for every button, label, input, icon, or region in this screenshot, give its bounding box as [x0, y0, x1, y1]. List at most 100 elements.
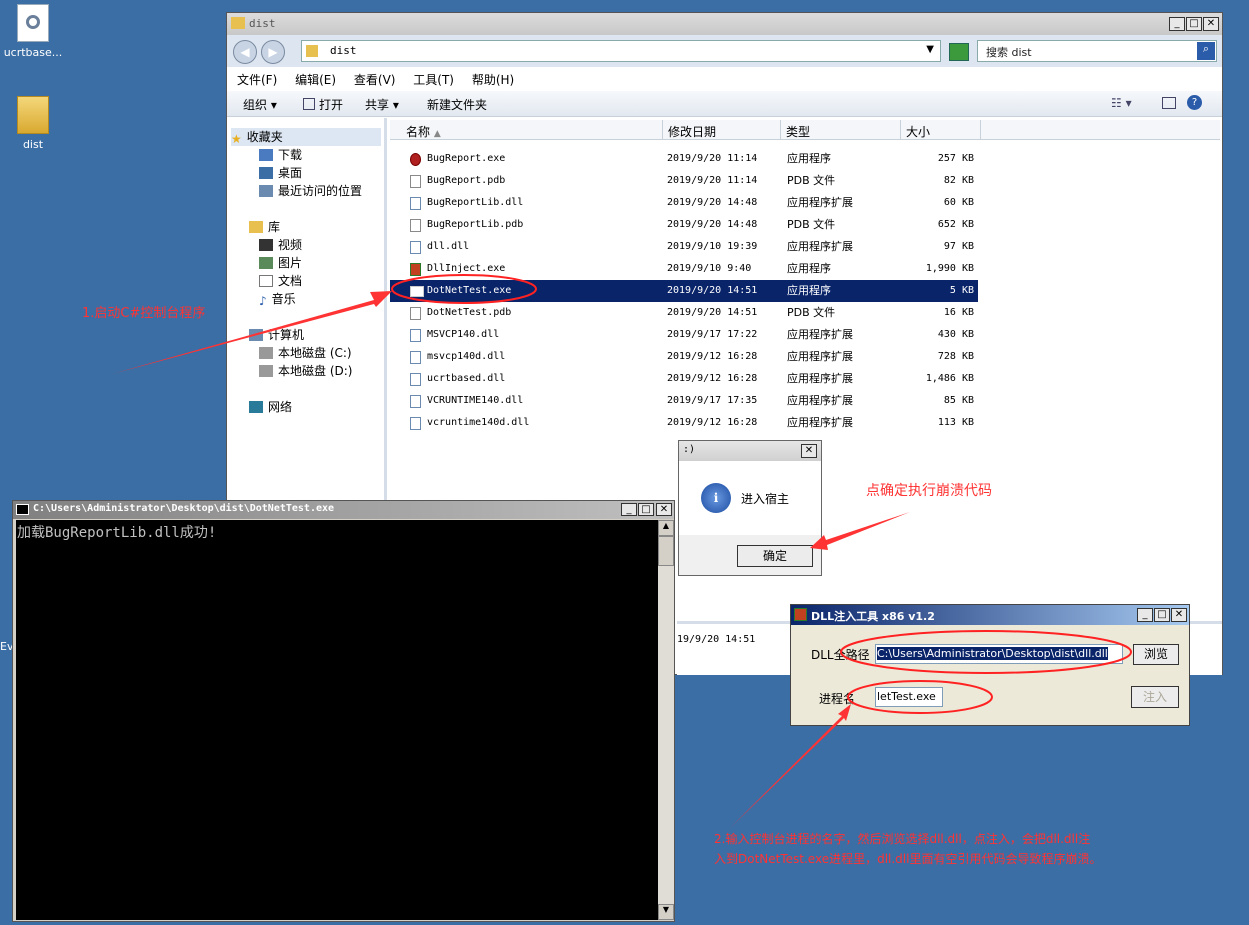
- menu-file[interactable]: 文件(F): [237, 73, 277, 87]
- menu-tools[interactable]: 工具(T): [413, 73, 454, 87]
- file-row[interactable]: DotNetTest.pdb 2019/9/20 14:51 PDB 文件 16 KB: [390, 302, 978, 324]
- desktop-icon-label: dist: [22, 138, 44, 151]
- organize-button[interactable]: 组织 ▾: [243, 96, 277, 113]
- nav-documents[interactable]: 文档: [259, 272, 302, 290]
- search-icon[interactable]: ⌕: [1197, 42, 1215, 60]
- nav-videos[interactable]: 视频: [259, 236, 302, 254]
- close-button[interactable]: ✕: [1171, 608, 1187, 622]
- file-row[interactable]: BugReportLib.dll 2019/9/20 14:48 应用程序扩展 60 …: [390, 192, 978, 214]
- file-row-selected[interactable]: DotNetTest.exe 2019/9/20 14:51 应用程序 5 KB: [390, 280, 978, 302]
- column-header-name[interactable]: 名称 ▲: [406, 123, 441, 140]
- maximize-button[interactable]: □: [1154, 608, 1170, 622]
- nav-drive-d[interactable]: 本地磁盘 (D:): [259, 362, 352, 380]
- drive-icon: [259, 347, 273, 359]
- close-button[interactable]: ✕: [656, 503, 672, 516]
- minimize-button[interactable]: _: [621, 503, 637, 516]
- scroll-down-icon[interactable]: ▼: [658, 904, 674, 920]
- preview-pane-icon[interactable]: [1162, 97, 1176, 109]
- open-icon: [303, 98, 315, 110]
- chevron-down-icon[interactable]: ▼: [926, 44, 934, 55]
- inject-button[interactable]: 注入: [1131, 686, 1179, 708]
- menu-edit[interactable]: 编辑(E): [295, 73, 336, 87]
- dll-path-input[interactable]: C:\Users\Administrator\Desktop\dist\dll.…: [875, 644, 1123, 664]
- desktop-icon-dist[interactable]: dist: [0, 96, 68, 151]
- column-divider[interactable]: [780, 120, 781, 140]
- column-header-size[interactable]: 大小: [906, 123, 930, 140]
- dll-file-icon: [410, 241, 421, 254]
- forward-button[interactable]: ▶: [261, 40, 285, 64]
- file-row[interactable]: BugReport.exe 2019/9/20 11:14 应用程序 257 KB: [390, 148, 978, 170]
- desktop-icon-ucrtbase[interactable]: ucrtbase...: [0, 4, 68, 59]
- close-button[interactable]: ✕: [1203, 17, 1219, 31]
- injector-titlebar[interactable]: DLL注入工具 x86 v1.2 _ □ ✕: [791, 605, 1189, 625]
- nav-desktop[interactable]: 桌面: [259, 164, 302, 182]
- scroll-thumb[interactable]: [658, 536, 674, 566]
- file-row[interactable]: ucrtbased.dll 2019/9/12 16:28 应用程序扩展 1,486 …: [390, 368, 978, 390]
- nav-pictures[interactable]: 图片: [259, 254, 302, 272]
- nav-computer[interactable]: 计算机: [249, 326, 304, 344]
- minimize-button[interactable]: _: [1169, 17, 1185, 31]
- column-header-type[interactable]: 类型: [786, 123, 810, 140]
- maximize-button[interactable]: □: [638, 503, 654, 516]
- minimize-button[interactable]: _: [1137, 608, 1153, 622]
- details-date: 19/9/20 14:51: [677, 634, 756, 645]
- help-icon[interactable]: ?: [1187, 95, 1202, 110]
- column-divider[interactable]: [662, 120, 663, 140]
- console-scrollbar[interactable]: ▲ ▼: [658, 520, 674, 920]
- nav-music[interactable]: ♪ 音乐: [259, 290, 296, 308]
- injector-title: DLL注入工具 x86 v1.2: [811, 610, 935, 623]
- file-row[interactable]: MSVCP140.dll 2019/9/17 17:22 应用程序扩展 430 KB: [390, 324, 978, 346]
- file-row[interactable]: msvcp140d.dll 2019/9/12 16:28 应用程序扩展 728 KB: [390, 346, 978, 368]
- refresh-button[interactable]: [949, 43, 969, 61]
- console-titlebar[interactable]: C:\Users\Administrator\Desktop\dist\DotN…: [13, 501, 674, 519]
- menu-view[interactable]: 查看(V): [354, 73, 396, 87]
- share-button[interactable]: 共享 ▾: [365, 96, 399, 113]
- file-row[interactable]: DllInject.exe 2019/9/10 9:40 应用程序 1,990 KB: [390, 258, 978, 280]
- msgbox-titlebar[interactable]: :) ✕: [679, 441, 821, 461]
- console-output-area[interactable]: 加载BugReportLib.dll成功!: [16, 520, 658, 920]
- back-button[interactable]: ◀: [233, 40, 257, 64]
- nav-network[interactable]: 网络: [249, 398, 292, 416]
- nav-libraries[interactable]: 库: [249, 218, 280, 236]
- nav-downloads[interactable]: 下载: [259, 146, 302, 164]
- column-divider[interactable]: [900, 120, 901, 140]
- bug-exe-icon: [410, 153, 421, 166]
- address-bar[interactable]: dist ▼: [301, 40, 941, 62]
- window-title: dist: [249, 17, 276, 30]
- column-header-row: 名称 ▲ 修改日期 类型 大小: [390, 120, 1220, 140]
- file-icon: [410, 307, 421, 320]
- console-window: C:\Users\Administrator\Desktop\dist\DotN…: [12, 500, 675, 922]
- column-header-date[interactable]: 修改日期: [668, 123, 716, 140]
- search-placeholder: 搜索 dist: [986, 46, 1032, 59]
- nav-recent[interactable]: 最近访问的位置: [259, 182, 362, 200]
- nav-drive-c[interactable]: 本地磁盘 (C:): [259, 344, 352, 362]
- folder-icon: [17, 96, 49, 134]
- browse-button[interactable]: 浏览: [1133, 644, 1179, 665]
- ok-button[interactable]: 确定: [737, 545, 813, 567]
- close-button[interactable]: ✕: [801, 444, 817, 458]
- new-folder-button[interactable]: 新建文件夹: [427, 96, 487, 113]
- open-button[interactable]: 打开: [303, 96, 343, 113]
- injector-app-icon: [794, 608, 807, 621]
- process-name-label: 进程名: [819, 692, 856, 706]
- file-row[interactable]: BugReport.pdb 2019/9/20 11:14 PDB 文件 82 KB: [390, 170, 978, 192]
- file-row[interactable]: BugReportLib.pdb 2019/9/20 14:48 PDB 文件 652…: [390, 214, 978, 236]
- maximize-button[interactable]: □: [1186, 17, 1202, 31]
- process-name-input[interactable]: letTest.exe: [875, 687, 943, 707]
- view-options-icon[interactable]: ☷ ▾: [1111, 96, 1132, 110]
- music-icon: ♪: [259, 294, 267, 308]
- nav-favorites[interactable]: ★ 收藏夹: [231, 128, 381, 146]
- explorer-titlebar[interactable]: dist _ □ ✕: [227, 13, 1222, 35]
- inject-exe-icon: [410, 263, 421, 276]
- column-divider[interactable]: [980, 120, 981, 140]
- search-input[interactable]: 搜索 dist ⌕: [977, 40, 1217, 62]
- annotation-step2-line1: 2.输入控制台进程的名字，然后浏览选择dll.dll，点注入，会把dll.dll…: [714, 832, 1091, 846]
- file-icon: [410, 219, 421, 232]
- file-row[interactable]: vcruntime140d.dll 2019/9/12 16:28 应用程序扩展 11…: [390, 412, 978, 434]
- dll-file-icon: [410, 197, 421, 210]
- scroll-up-icon[interactable]: ▲: [658, 520, 674, 536]
- file-row[interactable]: VCRUNTIME140.dll 2019/9/17 17:35 应用程序扩展 85 …: [390, 390, 978, 412]
- menu-help[interactable]: 帮助(H): [472, 73, 514, 87]
- video-icon: [259, 239, 273, 251]
- file-row[interactable]: dll.dll 2019/9/10 19:39 应用程序扩展 97 KB: [390, 236, 978, 258]
